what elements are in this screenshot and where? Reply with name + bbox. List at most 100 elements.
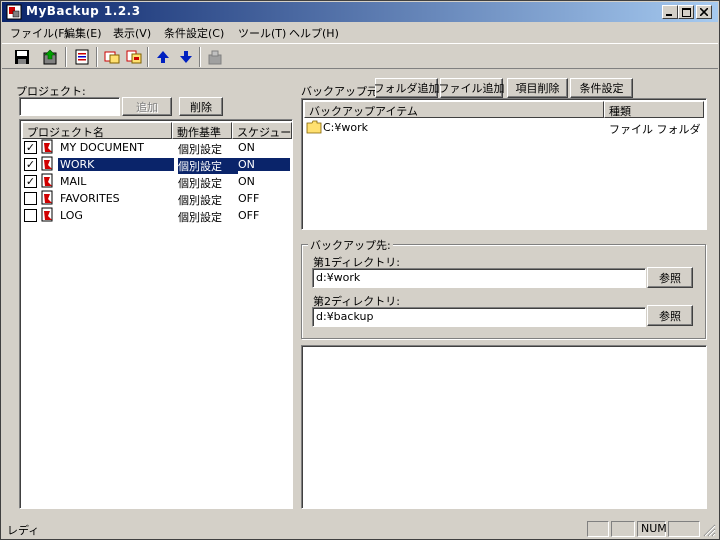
status-panel-caps — [587, 521, 609, 537]
project-name-input[interactable] — [19, 97, 120, 116]
project-list-header: プロジェクト名 動作基準 スケジュール — [22, 122, 292, 139]
menu-tools[interactable]: ツール(T) — [238, 25, 286, 41]
project-icon — [41, 156, 53, 171]
menu-conditions[interactable]: 条件設定(C) — [164, 25, 224, 41]
project-icon — [41, 207, 53, 222]
status-panel-scroll — [668, 521, 700, 537]
column-schedule[interactable]: スケジュール — [232, 122, 292, 139]
project-schedule: ON — [236, 158, 290, 171]
maximize-icon — [681, 7, 691, 17]
table-row[interactable]: LOG 個別設定 OFF — [22, 207, 290, 224]
add-folder-tool-button[interactable] — [102, 47, 122, 67]
move-up-button[interactable] — [153, 47, 173, 67]
project-name: WORK — [58, 158, 174, 171]
delete-item-button[interactable]: 項目削除 — [507, 78, 568, 98]
list-item[interactable]: C:¥work ファイル フォルダ — [304, 119, 704, 136]
project-mode: 個別設定 — [178, 194, 222, 207]
project-name: LOG — [60, 209, 83, 222]
close-icon — [700, 8, 708, 16]
toolbar-separator — [199, 47, 201, 67]
table-row[interactable]: FAVORITES 個別設定 OFF — [22, 190, 290, 207]
project-settings-button[interactable] — [72, 47, 92, 67]
arrow-down-icon — [180, 51, 192, 63]
project-mode: 個別設定 — [178, 143, 222, 156]
column-backup-item[interactable]: バックアップアイテム — [304, 101, 604, 118]
table-row[interactable]: ✓ MY DOCUMENT 個別設定 ON — [22, 139, 290, 156]
menu-file[interactable]: ファイル(F) — [10, 25, 69, 41]
project-icon — [41, 139, 53, 154]
status-bar: レディ NUM — [2, 519, 718, 539]
run-backup-button[interactable] — [40, 47, 60, 67]
log-panel[interactable] — [301, 345, 707, 509]
status-text: レディ — [7, 524, 40, 537]
menu-help[interactable]: ヘルプ(H) — [289, 25, 339, 41]
project-checkbox[interactable] — [24, 192, 37, 205]
project-checkbox[interactable] — [24, 209, 37, 222]
dir2-input[interactable]: d:¥backup — [312, 307, 646, 327]
main-window: MyBackup 1.2.3 ファイル(F) 編集(E) 表示(V) 条件設定(… — [0, 0, 720, 540]
project-name: FAVORITES — [60, 192, 120, 205]
menu-edit[interactable]: 編集(E) — [64, 25, 102, 41]
project-name: MAIL — [60, 175, 87, 188]
app-icon — [6, 4, 22, 20]
move-down-button[interactable] — [176, 47, 196, 67]
browse-dir2-button[interactable]: 参照 — [647, 305, 693, 326]
project-icon — [41, 173, 53, 188]
resize-grip-icon[interactable] — [702, 523, 716, 537]
project-checkbox[interactable]: ✓ — [24, 141, 37, 154]
project-checkbox[interactable]: ✓ — [24, 175, 37, 188]
window-title: MyBackup 1.2.3 — [26, 4, 141, 18]
arrow-up-icon — [157, 51, 169, 63]
project-schedule: OFF — [238, 192, 260, 205]
title-bar[interactable]: MyBackup 1.2.3 — [2, 2, 718, 22]
project-mode: 個別設定 — [178, 211, 222, 224]
backup-item-type: ファイル フォルダ — [609, 123, 701, 136]
project-schedule: ON — [238, 141, 255, 154]
folder-add-icon — [104, 51, 120, 64]
backup-item-list[interactable]: バックアップアイテム 種類 C:¥work ファイル フォルダ — [301, 98, 707, 230]
project-schedule: ON — [238, 175, 255, 188]
status-panel-num: NUM — [637, 521, 667, 537]
add-file-button[interactable]: ファイル追加 — [439, 78, 505, 98]
condition-settings-button[interactable]: 条件設定 — [570, 78, 633, 98]
status-panel-kana — [611, 521, 635, 537]
add-project-button[interactable]: 追加 — [122, 97, 172, 116]
backup-item-path: C:¥work — [323, 121, 369, 134]
browse-dir1-button[interactable]: 参照 — [647, 267, 693, 288]
save-button[interactable] — [12, 47, 32, 67]
folder-icon — [306, 120, 322, 134]
project-schedule: OFF — [238, 209, 260, 222]
table-row[interactable]: ✓ WORK 個別設定 ON — [22, 156, 290, 174]
backup-source-label: バックアップ元: — [301, 85, 382, 98]
dir1-input[interactable]: d:¥work — [312, 268, 646, 288]
column-project-name[interactable]: プロジェクト名 — [22, 122, 172, 139]
save-icon — [15, 50, 29, 64]
project-list[interactable]: プロジェクト名 動作基準 スケジュール ✓ MY DOCUMENT 個別設定 O… — [19, 119, 293, 509]
add-folder-button[interactable]: フォルダ追加 — [374, 78, 440, 98]
column-type[interactable]: 種類 — [604, 101, 704, 118]
backup-destination-label: バックアップ先: — [308, 237, 393, 253]
close-button[interactable] — [696, 5, 712, 19]
project-icon — [41, 190, 53, 205]
minimize-icon — [666, 14, 672, 16]
restore-button[interactable] — [205, 47, 225, 67]
toolbar — [2, 43, 718, 69]
minimize-button[interactable] — [662, 5, 678, 19]
file-add-icon — [126, 50, 142, 64]
project-checkbox[interactable]: ✓ — [24, 158, 37, 171]
menu-view[interactable]: 表示(V) — [113, 25, 151, 41]
restore-disabled-icon — [208, 50, 222, 65]
backup-run-icon — [43, 49, 57, 65]
list-settings-icon — [75, 49, 89, 65]
delete-project-button[interactable]: 削除 — [179, 97, 223, 116]
table-row[interactable]: ✓ MAIL 個別設定 ON — [22, 173, 290, 190]
project-mode: 個別設定 — [178, 177, 222, 190]
project-mode: 個別設定 — [178, 158, 238, 174]
add-file-tool-button[interactable] — [124, 47, 144, 67]
maximize-button[interactable] — [678, 5, 694, 19]
toolbar-separator — [147, 47, 149, 67]
toolbar-separator — [65, 47, 67, 67]
toolbar-separator — [96, 47, 98, 67]
column-mode[interactable]: 動作基準 — [172, 122, 232, 139]
menu-bar: ファイル(F) 編集(E) 表示(V) 条件設定(C) ツール(T) ヘルプ(H… — [2, 23, 718, 42]
